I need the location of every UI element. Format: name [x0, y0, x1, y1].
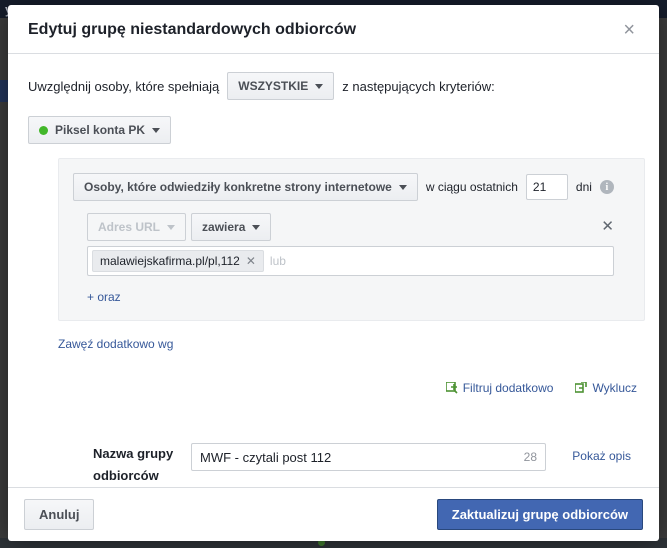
retention-prefix-text: w ciągu ostatnich	[426, 180, 518, 194]
remove-condition-icon[interactable]: ✕	[601, 221, 614, 233]
modal-body: Uwzględnij osoby, które spełniają WSZYST…	[8, 54, 659, 487]
filter-further-link[interactable]: Filtruj dodatkowo	[463, 381, 554, 395]
exclude-link[interactable]: Wyklucz	[592, 381, 637, 395]
audience-name-input[interactable]	[191, 443, 546, 471]
info-icon[interactable]: i	[600, 180, 614, 194]
chevron-down-icon	[167, 225, 175, 230]
match-type-label: WSZYSTKIE	[238, 79, 308, 93]
event-type-dropdown[interactable]: Osoby, które odwiedziły konkretne strony…	[73, 173, 418, 201]
modal-title: Edytuj grupę niestandardowych odbiorców	[28, 21, 356, 39]
audience-name-input-wrap: 28	[191, 443, 546, 471]
chevron-down-icon	[315, 84, 323, 89]
exclude-icon	[575, 382, 587, 394]
url-tag-text: malawiejskafirma.pl/pl,112	[100, 254, 240, 268]
rule-prefix-text: Uwzględnij osoby, które spełniają	[28, 79, 219, 94]
url-tag: malawiejskafirma.pl/pl,112 ✕	[92, 250, 264, 272]
audience-name-label-line2: odbiorców	[93, 465, 185, 487]
chevron-down-icon	[399, 185, 407, 190]
chevron-down-icon	[152, 128, 160, 133]
add-or-link[interactable]: + oraz	[87, 290, 121, 304]
edit-custom-audience-modal: Edytuj grupę niestandardowych odbiorców …	[8, 5, 659, 539]
operator-label: zawiera	[202, 220, 245, 234]
pixel-row: Piksel konta PK	[28, 116, 645, 144]
pixel-label: Piksel konta PK	[55, 123, 145, 137]
inclusion-rule-row: Uwzględnij osoby, które spełniają WSZYST…	[28, 72, 645, 100]
retention-unit-text: dni	[576, 180, 592, 194]
url-field-dropdown[interactable]: Adres URL	[87, 213, 186, 241]
show-description-link[interactable]: Pokaż opis	[572, 443, 631, 463]
retention-days-input[interactable]	[526, 174, 568, 200]
url-value-input[interactable]	[270, 254, 609, 268]
modal-header: Edytuj grupę niestandardowych odbiorców …	[8, 5, 659, 54]
url-values-field[interactable]: malawiejskafirma.pl/pl,112 ✕	[87, 246, 614, 276]
operator-dropdown[interactable]: zawiera	[191, 213, 271, 241]
update-audience-button[interactable]: Zaktualizuj grupę odbiorców	[437, 499, 643, 530]
event-rule-row: Osoby, które odwiedziły konkretne strony…	[73, 173, 630, 201]
rule-suffix-text: z następujących kryteriów:	[342, 79, 494, 94]
cancel-button[interactable]: Anuluj	[24, 499, 94, 530]
url-condition-row: Adres URL zawiera ✕	[87, 213, 614, 241]
url-field-label: Adres URL	[98, 220, 160, 234]
audience-name-row: Nazwa grupy odbiorców 28 Pokaż opis	[28, 443, 645, 487]
modal-footer: Anuluj Zaktualizuj grupę odbiorców	[8, 487, 659, 541]
audience-name-label: Nazwa grupy odbiorców	[93, 443, 185, 487]
remove-tag-icon[interactable]: ✕	[246, 256, 256, 266]
refine-actions-row: Filtruj dodatkowo Wyklucz	[28, 381, 645, 395]
pixel-dropdown[interactable]: Piksel konta PK	[28, 116, 171, 144]
match-type-dropdown[interactable]: WSZYSTKIE	[227, 72, 334, 100]
char-count: 28	[524, 450, 537, 464]
audience-name-label-line1: Nazwa grupy	[93, 443, 185, 465]
filter-further-action[interactable]: Filtruj dodatkowo	[446, 381, 554, 395]
pixel-active-dot-icon	[39, 126, 48, 135]
narrow-further-link[interactable]: Zawęź dodatkowo wg	[58, 337, 173, 351]
chevron-down-icon	[252, 225, 260, 230]
event-type-label: Osoby, które odwiedziły konkretne strony…	[84, 180, 392, 194]
close-icon[interactable]: ×	[619, 20, 639, 40]
exclude-action[interactable]: Wyklucz	[575, 381, 637, 395]
filter-icon	[446, 382, 458, 394]
criteria-panel: Osoby, które odwiedziły konkretne strony…	[58, 158, 645, 321]
